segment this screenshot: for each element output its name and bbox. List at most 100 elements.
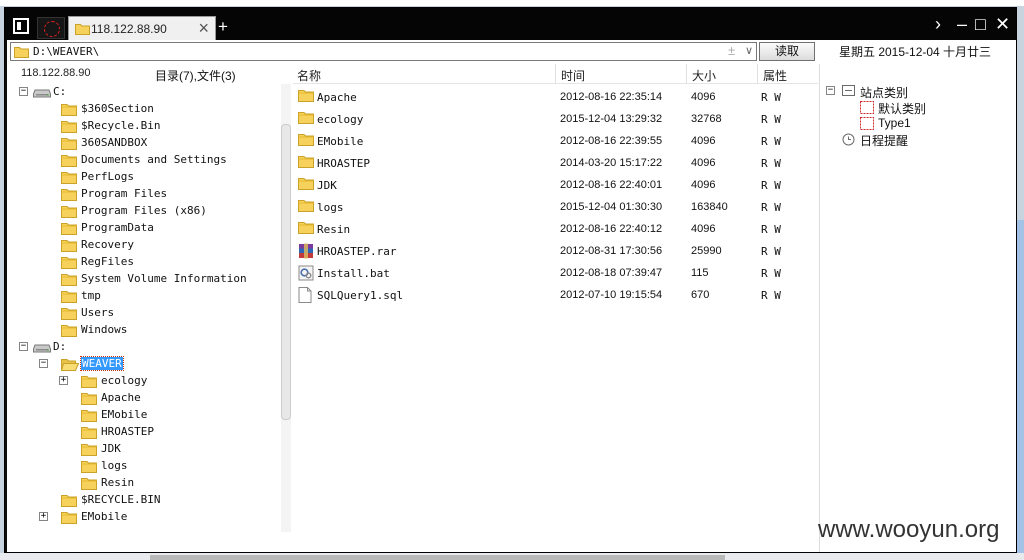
file-row[interactable]: JDK 2012-08-16 22:40:01 4096 R W — [293, 174, 818, 196]
tree-item-d[interactable]: − D: — [7, 339, 279, 356]
file-row[interactable]: HROASTEP 2014-03-20 15:17:22 4096 R W — [293, 152, 818, 174]
file-time: 2012-08-18 07:39:47 — [560, 267, 663, 279]
collapse-icon[interactable]: − — [19, 87, 28, 96]
tree-item-emobile[interactable]: EMobile — [7, 407, 279, 424]
file-row[interactable]: HROASTEP.rar 2012-08-31 17:30:56 25990 R W — [293, 240, 818, 262]
file-row[interactable]: logs 2015-12-04 01:30:30 163840 R W — [293, 196, 818, 218]
file-manager-window: 118.122.88.90 × + › – □ ✕ D:\WEAVER\ ± ∨… — [4, 7, 1017, 553]
file-attributes: R W — [761, 135, 781, 148]
file-attributes: R W — [761, 157, 781, 170]
tree-item-users[interactable]: Users — [7, 305, 279, 322]
calendar-tree-label: Type1 — [878, 116, 911, 130]
minimize-button[interactable]: – — [957, 14, 967, 34]
read-button[interactable]: 读取 — [759, 42, 815, 61]
tree-item-resin[interactable]: Resin — [7, 475, 279, 492]
chevron-down-icon[interactable]: ∨ — [745, 44, 753, 57]
tree-item-emobile[interactable]: + EMobile — [7, 509, 279, 526]
calendar-tree-item[interactable]: − 站点类别 — [820, 83, 1016, 100]
file-time: 2015-12-04 13:29:32 — [560, 113, 663, 125]
file-name: HROASTEP — [317, 157, 370, 170]
calendar-tree-item[interactable]: 日程提醒 — [820, 131, 1016, 148]
tree-item-regfiles[interactable]: RegFiles — [7, 254, 279, 271]
tree-item-label: Program Files (x86) — [81, 204, 207, 217]
tree-item-programdata[interactable]: ProgramData — [7, 220, 279, 237]
file-row[interactable]: Apache 2012-08-16 22:35:14 4096 R W — [293, 86, 818, 108]
tree-item-ecology[interactable]: + ecology — [7, 373, 279, 390]
tree-item-360sandbox[interactable]: 360SANDBOX — [7, 135, 279, 152]
file-attributes: R W — [761, 201, 781, 214]
tree-item-system-volume-information[interactable]: System Volume Information — [7, 271, 279, 288]
new-tab-button[interactable]: + — [218, 17, 228, 37]
file-attributes: R W — [761, 113, 781, 126]
file-row[interactable]: Resin 2012-08-16 22:40:12 4096 R W — [293, 218, 818, 240]
file-size: 4096 — [691, 91, 716, 103]
scrollbar-thumb[interactable] — [281, 124, 291, 420]
tree-item-perflogs[interactable]: PerfLogs — [7, 169, 279, 186]
tree-item-label: D: — [53, 340, 67, 353]
app-icon[interactable] — [13, 18, 29, 34]
tree-item-documents-and-settings[interactable]: Documents and Settings — [7, 152, 279, 169]
folder-icon — [61, 120, 77, 136]
folder-icon — [81, 460, 97, 476]
folder-icon — [61, 154, 77, 170]
expand-icon[interactable]: + — [59, 376, 68, 385]
folder-icon — [61, 494, 77, 510]
column-header-size[interactable]: 大小 — [692, 67, 716, 84]
tree-item-hroastep[interactable]: HROASTEP — [7, 424, 279, 441]
column-header-time[interactable]: 时间 — [561, 67, 585, 84]
folder-icon — [61, 273, 77, 289]
tree-item-label: Program Files — [81, 187, 168, 200]
file-row[interactable]: ecology 2015-12-04 13:29:32 32768 R W — [293, 108, 818, 130]
tab-title: 118.122.88.90 — [91, 22, 167, 36]
tree-item-label: WEAVER — [80, 356, 124, 371]
folder-icon — [298, 177, 314, 193]
tree-item-weaver[interactable]: − WEAVER — [7, 356, 279, 373]
archive-icon — [298, 243, 314, 262]
folder-icon — [81, 443, 97, 459]
column-header-attr[interactable]: 属性 — [763, 67, 787, 84]
file-time: 2015-12-04 01:30:30 — [560, 201, 663, 213]
tree-item-recovery[interactable]: Recovery — [7, 237, 279, 254]
tree-item-360section[interactable]: $360Section — [7, 101, 279, 118]
calendar-tree-item[interactable]: 默认类别 — [820, 99, 1016, 116]
file-size: 4096 — [691, 157, 716, 169]
tree-item-logs[interactable]: logs — [7, 458, 279, 475]
expand-icon[interactable]: + — [39, 512, 48, 521]
watermark: www.wooyun.org — [818, 516, 1000, 543]
maximize-button[interactable]: □ — [975, 14, 986, 34]
host-label: 118.122.88.90 — [21, 67, 91, 79]
batch-file-icon — [298, 265, 314, 284]
tree-item-label: $RECYCLE.BIN — [81, 493, 161, 506]
tree-item-tmp[interactable]: tmp — [7, 288, 279, 305]
tree-item-jdk[interactable]: JDK — [7, 441, 279, 458]
file-row[interactable]: SQLQuery1.sql 2012-07-10 19:15:54 670 R W — [293, 284, 818, 306]
tree-item-apache[interactable]: Apache — [7, 390, 279, 407]
folder-icon — [61, 222, 77, 238]
tree-item-label: Documents and Settings — [81, 153, 227, 166]
tree-item-recycle-bin[interactable]: $Recycle.Bin — [7, 118, 279, 135]
calendar-tree-pane: − 站点类别 默认类别 Type1 日程提醒 — [819, 64, 1016, 552]
record-icon[interactable] — [37, 17, 65, 39]
collapse-icon[interactable]: − — [39, 359, 48, 368]
collapse-icon[interactable]: − — [19, 342, 28, 351]
close-button[interactable]: ✕ — [995, 14, 1010, 34]
plus-minus-icon[interactable]: ± — [728, 43, 735, 58]
column-header-name[interactable]: 名称 — [297, 67, 321, 84]
file-size: 163840 — [691, 201, 728, 213]
tree-item-label: RegFiles — [81, 255, 134, 268]
folder-icon — [61, 307, 77, 323]
file-size: 4096 — [691, 135, 716, 147]
calendar-tree-item[interactable]: Type1 — [820, 115, 1016, 131]
file-row[interactable]: Install.bat 2012-08-18 07:39:47 115 R W — [293, 262, 818, 284]
forward-icon[interactable]: › — [935, 14, 941, 34]
tree-item-program-files[interactable]: Program Files — [7, 186, 279, 203]
tree-item-windows[interactable]: Windows — [7, 322, 279, 339]
tab-host[interactable]: 118.122.88.90 × — [68, 16, 216, 40]
tab-close-icon[interactable]: × — [198, 18, 209, 38]
tree-item-recycle-bin[interactable]: $RECYCLE.BIN — [7, 492, 279, 509]
tree-item-c[interactable]: − C: — [7, 84, 279, 101]
file-row[interactable]: EMobile 2012-08-16 22:39:55 4096 R W — [293, 130, 818, 152]
collapse-icon[interactable]: − — [826, 86, 835, 95]
address-bar[interactable]: D:\WEAVER\ ± ∨ — [10, 42, 757, 61]
tree-item-program-files-x86[interactable]: Program Files (x86) — [7, 203, 279, 220]
